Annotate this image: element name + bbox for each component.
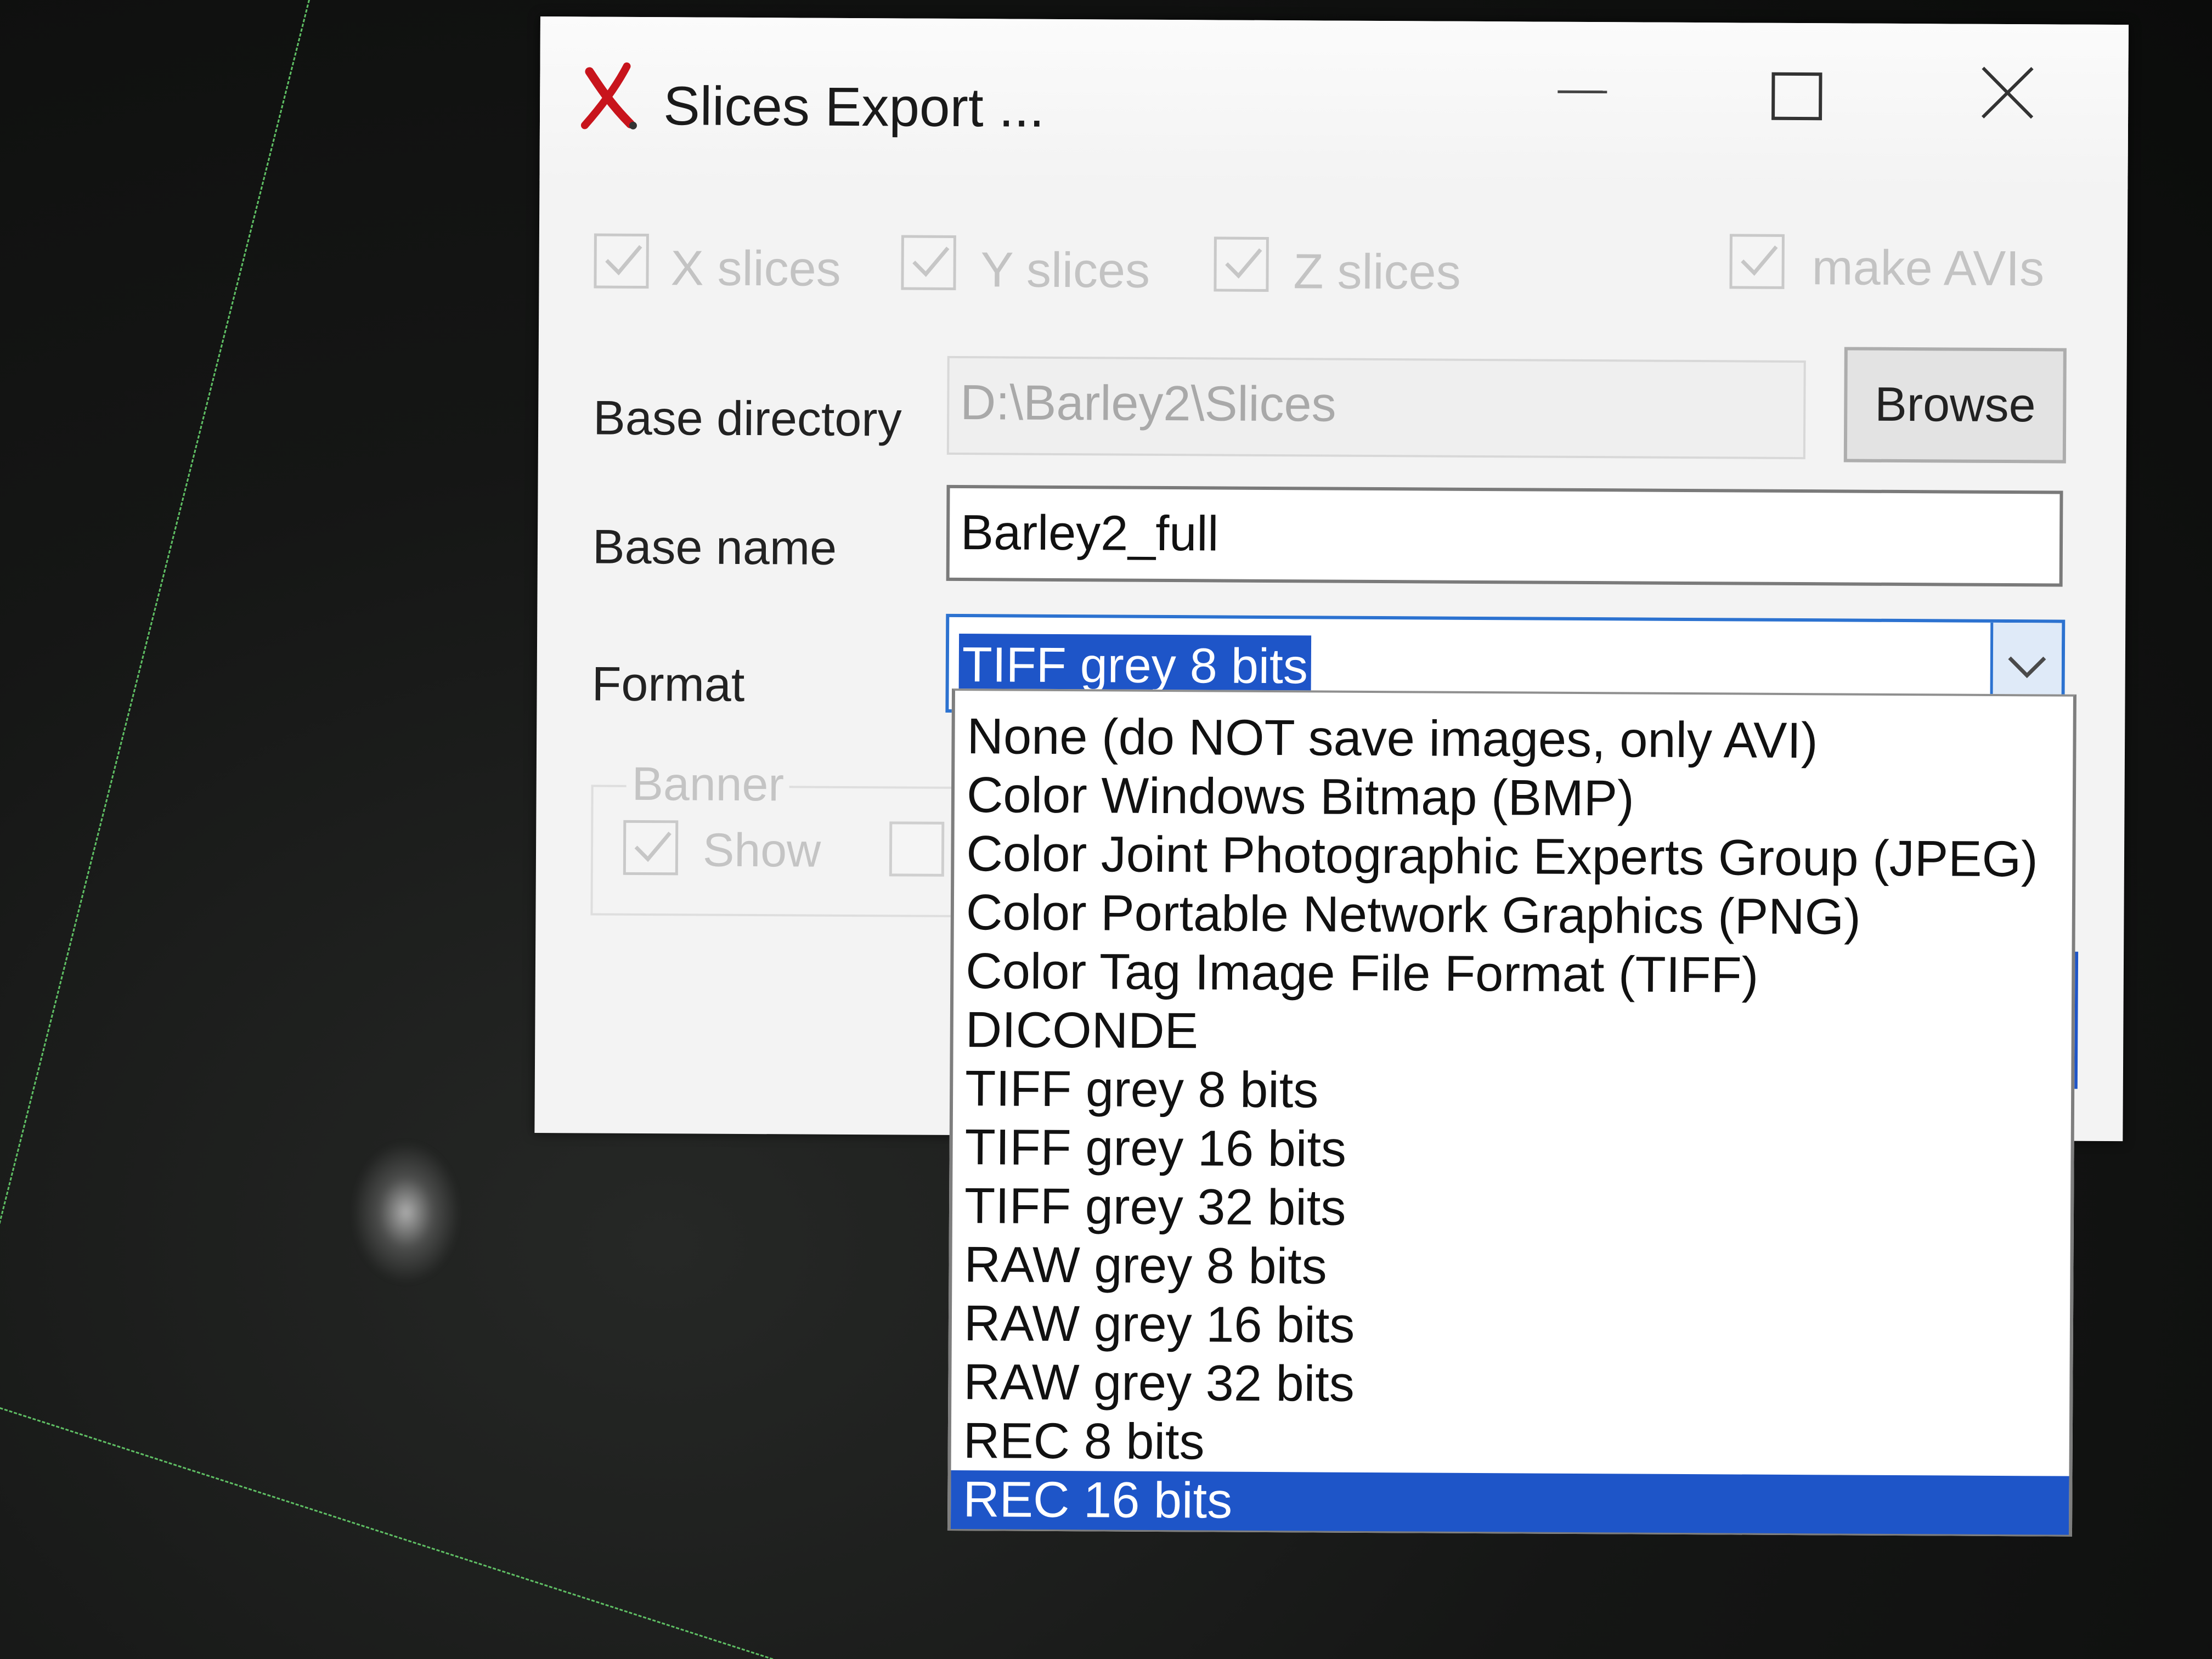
- banner-option-checkbox[interactable]: [889, 821, 945, 877]
- show-banner-label: Show: [702, 823, 821, 877]
- chevron-down-icon: [2008, 656, 2046, 679]
- format-option[interactable]: TIFF grey 8 bits: [953, 1059, 2072, 1124]
- banner-group-label: Banner: [626, 757, 790, 812]
- window-title: Slices Export ...: [663, 75, 1045, 139]
- format-option[interactable]: RAW grey 8 bits: [952, 1235, 2070, 1300]
- make-avis-option[interactable]: make AVIs: [1729, 234, 2086, 312]
- minimize-button[interactable]: [1558, 90, 1607, 94]
- format-option[interactable]: Color Portable Network Graphics (PNG): [954, 883, 2073, 948]
- base-directory-field: D:\Barley2\Slices: [946, 356, 1806, 460]
- x-slices-option[interactable]: X slices: [594, 233, 868, 307]
- browse-button[interactable]: Browse: [1843, 347, 2067, 464]
- check-icon: [1225, 248, 1262, 279]
- format-option[interactable]: Color Tag Image File Format (TIFF): [953, 942, 2072, 1007]
- show-banner-checkbox[interactable]: [623, 820, 679, 876]
- check-icon: [634, 832, 672, 862]
- x-slices-label: X slices: [670, 241, 841, 297]
- y-slices-label: Y slices: [980, 242, 1150, 298]
- base-directory-label: Base directory: [592, 390, 902, 447]
- make-avis-checkbox[interactable]: [1729, 234, 1785, 289]
- z-slices-checkbox[interactable]: [1214, 236, 1269, 292]
- title-bar[interactable]: Slices Export ...: [539, 16, 2129, 190]
- format-option[interactable]: TIFF grey 16 bits: [952, 1118, 2071, 1183]
- viewer-background: Slices Export ... X slices Y slices Z sl: [0, 0, 2212, 1659]
- maximize-button[interactable]: [1771, 72, 1822, 121]
- y-slices-option[interactable]: Y slices: [901, 235, 1176, 308]
- format-option[interactable]: RAW grey 16 bits: [952, 1294, 2070, 1359]
- format-option[interactable]: None (do NOT save images, only AVI): [955, 707, 2073, 772]
- format-option[interactable]: TIFF grey 32 bits: [952, 1177, 2071, 1242]
- selection-guide-line: [0, 1407, 783, 1659]
- format-option[interactable]: Color Windows Bitmap (BMP): [955, 766, 2073, 831]
- y-slices-checkbox[interactable]: [901, 235, 956, 290]
- format-option[interactable]: DICONDE: [953, 1001, 2072, 1065]
- z-slices-option[interactable]: Z slices: [1214, 236, 1488, 309]
- specimen-image: [351, 1141, 461, 1284]
- format-option[interactable]: REC 8 bits: [951, 1412, 2070, 1476]
- base-name-label: Base name: [592, 519, 837, 575]
- format-dropdown-list[interactable]: None (do NOT save images, only AVI) Colo…: [947, 689, 2076, 1537]
- x-slices-checkbox[interactable]: [594, 233, 649, 289]
- app-x-icon: [580, 62, 637, 129]
- format-option[interactable]: Color Joint Photographic Experts Group (…: [954, 825, 2073, 889]
- banner-group: Banner Show: [590, 757, 978, 918]
- selection-guide-line: [0, 0, 310, 1277]
- check-icon: [605, 245, 642, 275]
- check-icon: [912, 246, 950, 277]
- check-icon: [1741, 245, 1778, 276]
- make-avis-label: make AVIs: [1812, 240, 2045, 297]
- format-option-highlighted[interactable]: REC 16 bits: [950, 1470, 2069, 1535]
- format-option[interactable]: RAW grey 32 bits: [951, 1353, 2070, 1418]
- base-name-input[interactable]: Barley2_full: [946, 484, 2063, 587]
- close-icon[interactable]: [1977, 63, 2038, 123]
- z-slices-label: Z slices: [1293, 244, 1461, 300]
- format-label: Format: [591, 656, 745, 712]
